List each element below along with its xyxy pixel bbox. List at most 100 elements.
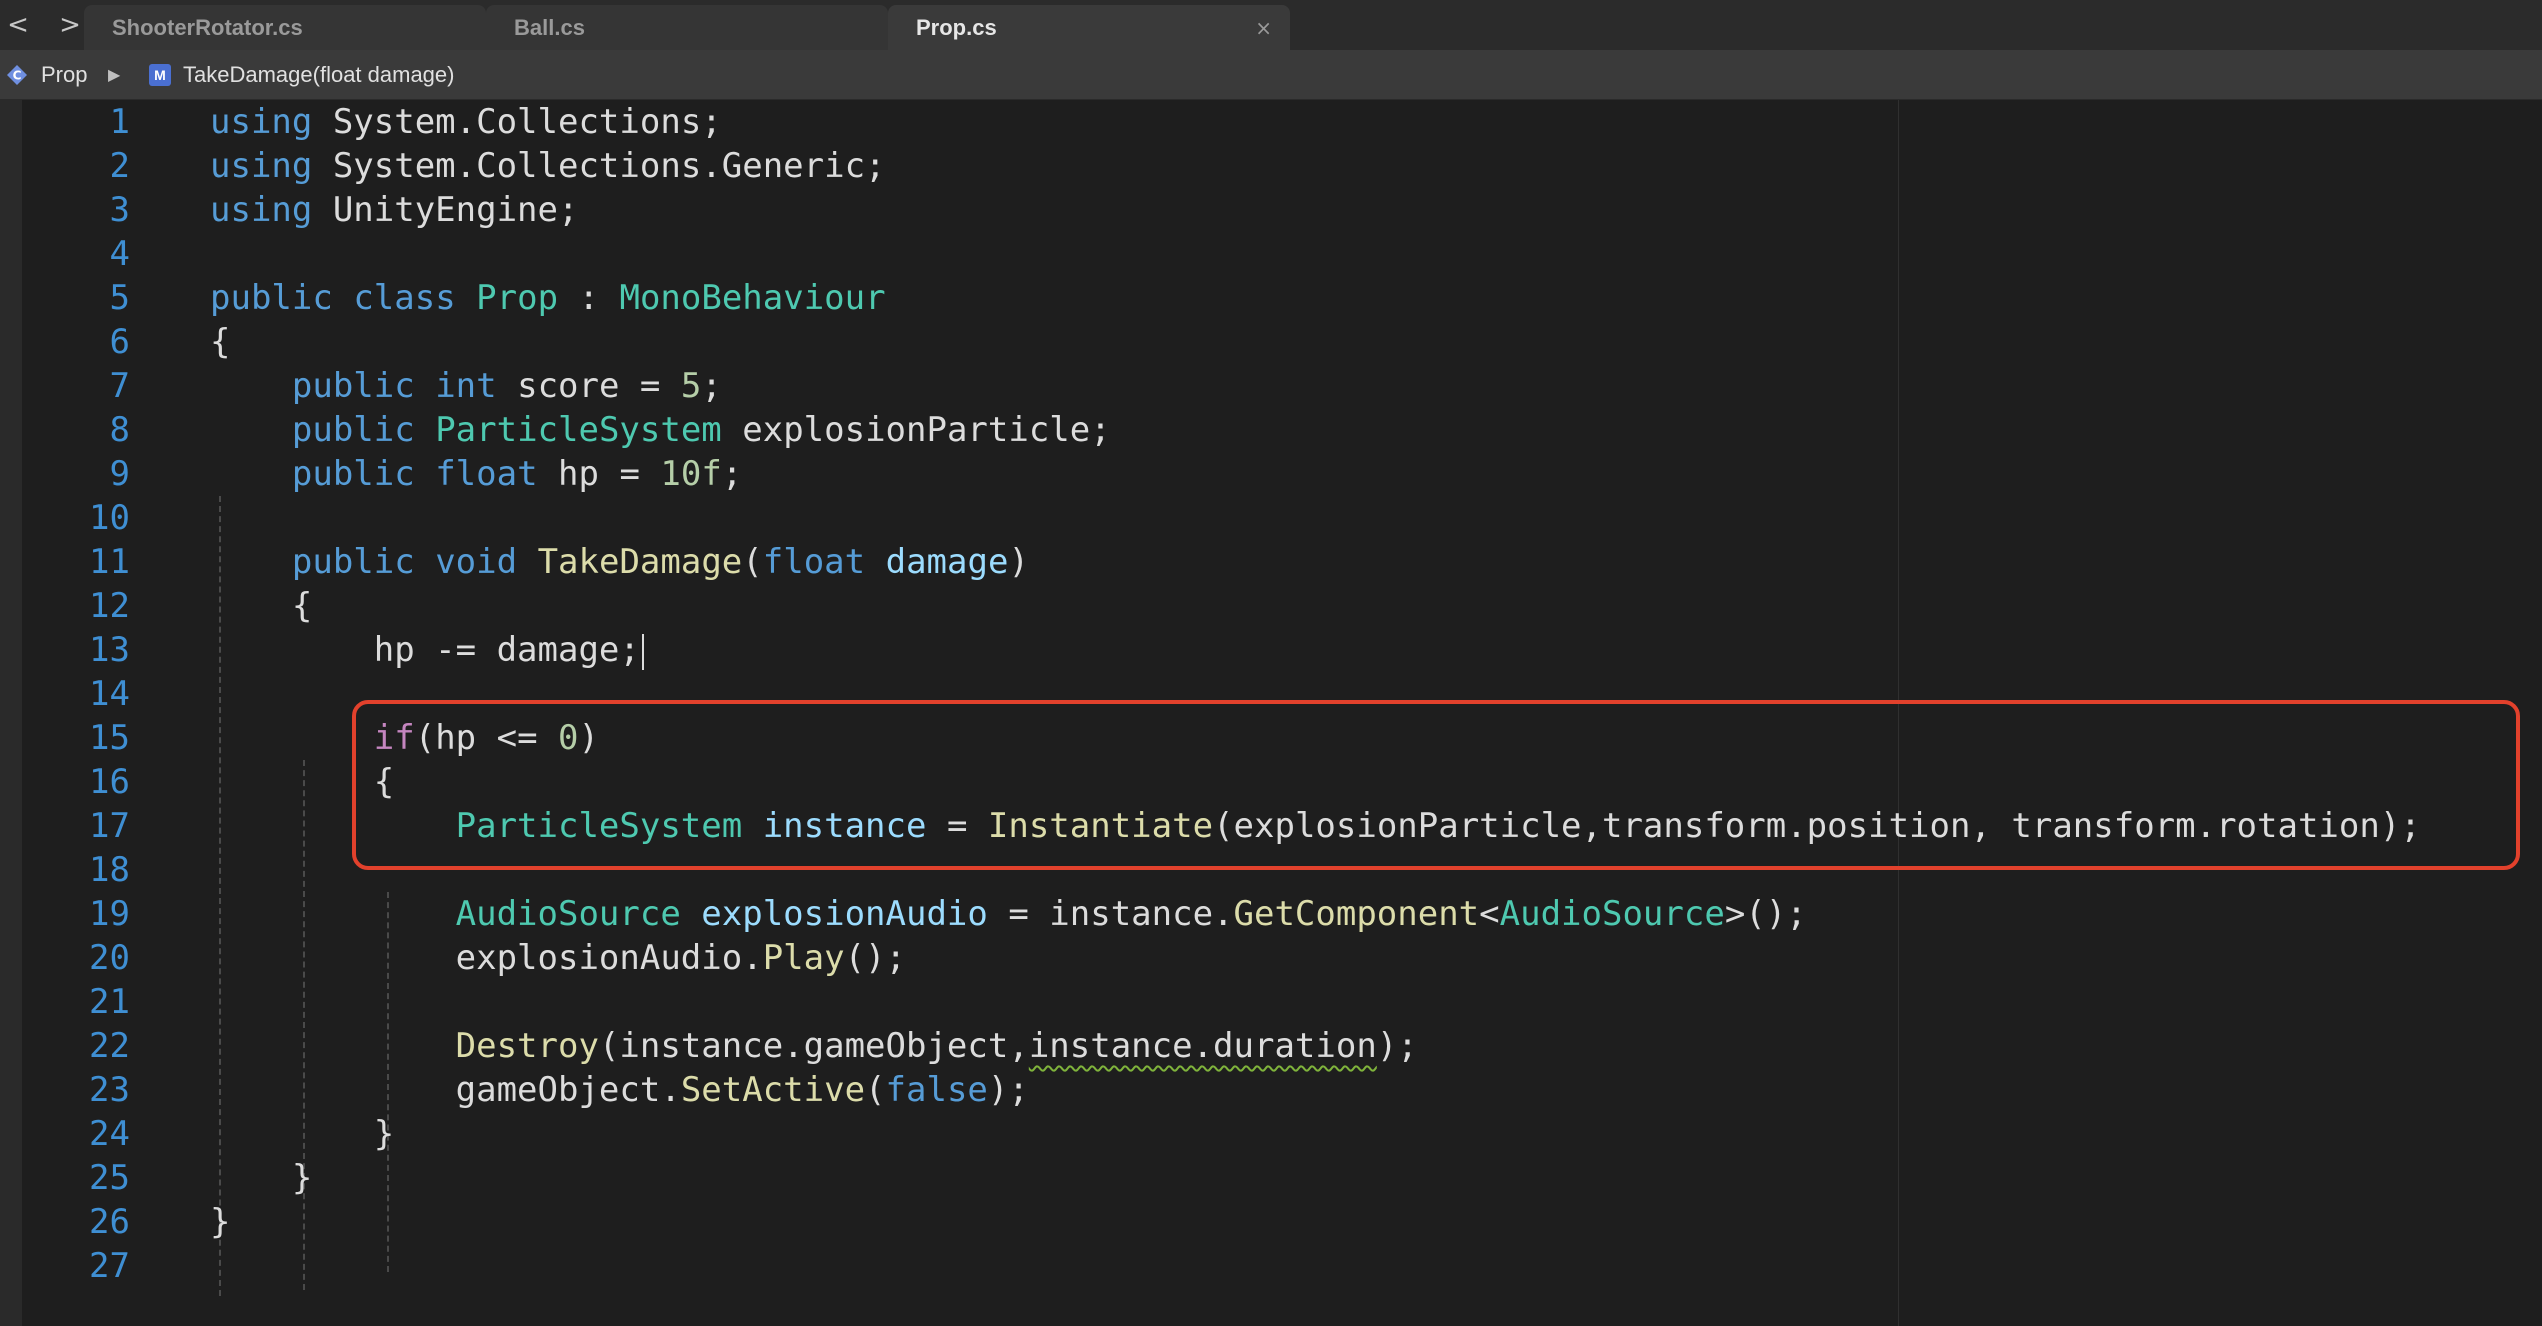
code-token: gameObject. — [210, 1070, 681, 1110]
code-token: Prop — [476, 278, 559, 318]
code-token: (instance.gameObject, — [598, 1026, 1029, 1066]
line-number: 8 — [109, 410, 130, 450]
line-number: 19 — [89, 894, 130, 934]
code-line[interactable]: explosionAudio.Play(); — [210, 936, 2421, 980]
code-line[interactable]: AudioSource explosionAudio = instance.Ge… — [210, 892, 2421, 936]
line-number: 16 — [89, 762, 130, 802]
code-line[interactable]: public float hp = 10f; — [210, 452, 2421, 496]
code-token: System.Collections.Generic; — [312, 146, 886, 186]
line-number: 1 — [109, 102, 130, 142]
code-editor[interactable]: 1 2 3 4 5 6 7 8 9 10 11 12 13 14 15 16 17 18 19 20 21 22 23 24 2… — [0, 100, 2542, 1326]
code-token: AudioSource — [455, 894, 681, 934]
line-number: 23 — [89, 1070, 130, 1110]
code-line[interactable]: public ParticleSystem explosionParticle; — [210, 408, 2421, 452]
line-number: 18 — [89, 850, 130, 890]
line-number: 24 — [89, 1114, 130, 1154]
line-number: 7 — [109, 366, 130, 406]
line-number: 21 — [89, 982, 130, 1022]
back-arrow-icon[interactable]: < — [2, 6, 34, 44]
line-number: 25 — [89, 1158, 130, 1198]
code-token: ; — [721, 454, 743, 494]
tab-ball[interactable]: Ball.cs — [486, 5, 888, 50]
line-number: 20 — [89, 938, 130, 978]
code-line[interactable]: public class Prop : MonoBehaviour — [210, 276, 2421, 320]
code-token: Destroy — [455, 1026, 599, 1066]
code-area[interactable]: using System.Collections; using System.Co… — [210, 100, 2421, 1288]
code-token: < — [1479, 894, 1500, 934]
forward-arrow-icon[interactable]: > — [54, 6, 86, 44]
code-token: } — [210, 1114, 395, 1154]
code-token: 10f — [660, 454, 722, 494]
code-line[interactable]: using UnityEngine; — [210, 188, 2421, 232]
code-token: ParticleSystem — [435, 410, 722, 450]
code-token: public — [291, 366, 415, 406]
breadcrumb-method[interactable]: TakeDamage(float damage) — [183, 50, 454, 100]
code-token: = instance. — [987, 894, 1234, 934]
code-line[interactable]: { — [210, 584, 2421, 628]
code-token: public — [291, 410, 415, 450]
line-number: 13 — [89, 630, 130, 670]
line-number: 3 — [109, 190, 130, 230]
code-line[interactable]: using System.Collections; — [210, 100, 2421, 144]
code-token: Play — [762, 938, 845, 978]
code-line[interactable]: } — [210, 1156, 2421, 1200]
line-number: 22 — [89, 1026, 130, 1066]
code-token: void — [435, 542, 518, 582]
code-token: explosionAudio — [701, 894, 988, 934]
code-line[interactable]: public void TakeDamage(float damage) — [210, 540, 2421, 584]
tab-shooterrotator[interactable]: ShooterRotator.cs — [84, 5, 486, 50]
code-line[interactable]: gameObject.SetActive(false); — [210, 1068, 2421, 1112]
code-line[interactable] — [210, 1244, 2421, 1288]
code-token: ; — [701, 366, 722, 406]
code-token: explosionAudio. — [210, 938, 763, 978]
code-line[interactable]: public int score = 5; — [210, 364, 2421, 408]
code-line[interactable] — [210, 980, 2421, 1024]
line-number: 14 — [89, 674, 130, 714]
code-token: TakeDamage — [537, 542, 743, 582]
code-editor-window: < > ShooterRotator.cs Ball.cs Prop.cs × … — [0, 0, 2542, 1326]
code-line[interactable]: } — [210, 1112, 2421, 1156]
code-token: using — [210, 146, 313, 186]
line-number: 9 — [109, 454, 130, 494]
close-icon[interactable]: × — [1255, 5, 1272, 51]
code-token: System.Collections; — [312, 102, 722, 142]
code-line[interactable]: hp -= damage; — [210, 628, 2421, 672]
code-token: damage — [885, 542, 1009, 582]
code-token: hp -= damage; — [210, 630, 640, 670]
code-line[interactable] — [210, 232, 2421, 276]
line-number: 5 — [109, 278, 130, 318]
code-line[interactable] — [210, 496, 2421, 540]
line-number: 15 — [89, 718, 130, 758]
tab-prop[interactable]: Prop.cs × — [888, 5, 1290, 50]
highlight-annotation — [352, 700, 2520, 870]
code-line[interactable]: { — [210, 320, 2421, 364]
code-token: using — [210, 102, 313, 142]
code-line[interactable]: } — [210, 1200, 2421, 1244]
code-line[interactable]: Destroy(instance.gameObject,instance.dur… — [210, 1024, 2421, 1068]
code-token: } — [210, 1158, 313, 1198]
code-token: hp = — [537, 454, 661, 494]
code-token: ) — [1008, 542, 1029, 582]
code-token: public — [291, 542, 415, 582]
line-number: 2 — [109, 146, 130, 186]
code-token: { — [210, 586, 313, 626]
line-number: 10 — [89, 498, 130, 538]
class-icon: C — [7, 65, 27, 85]
method-icon: M — [149, 64, 171, 86]
breadcrumb-class[interactable]: Prop — [41, 50, 87, 100]
code-token: float — [762, 542, 866, 582]
line-number: 12 — [89, 586, 130, 626]
text-cursor — [641, 633, 644, 670]
code-token: SetActive — [680, 1070, 866, 1110]
line-number: 27 — [89, 1246, 130, 1286]
code-line[interactable]: using System.Collections.Generic; — [210, 144, 2421, 188]
